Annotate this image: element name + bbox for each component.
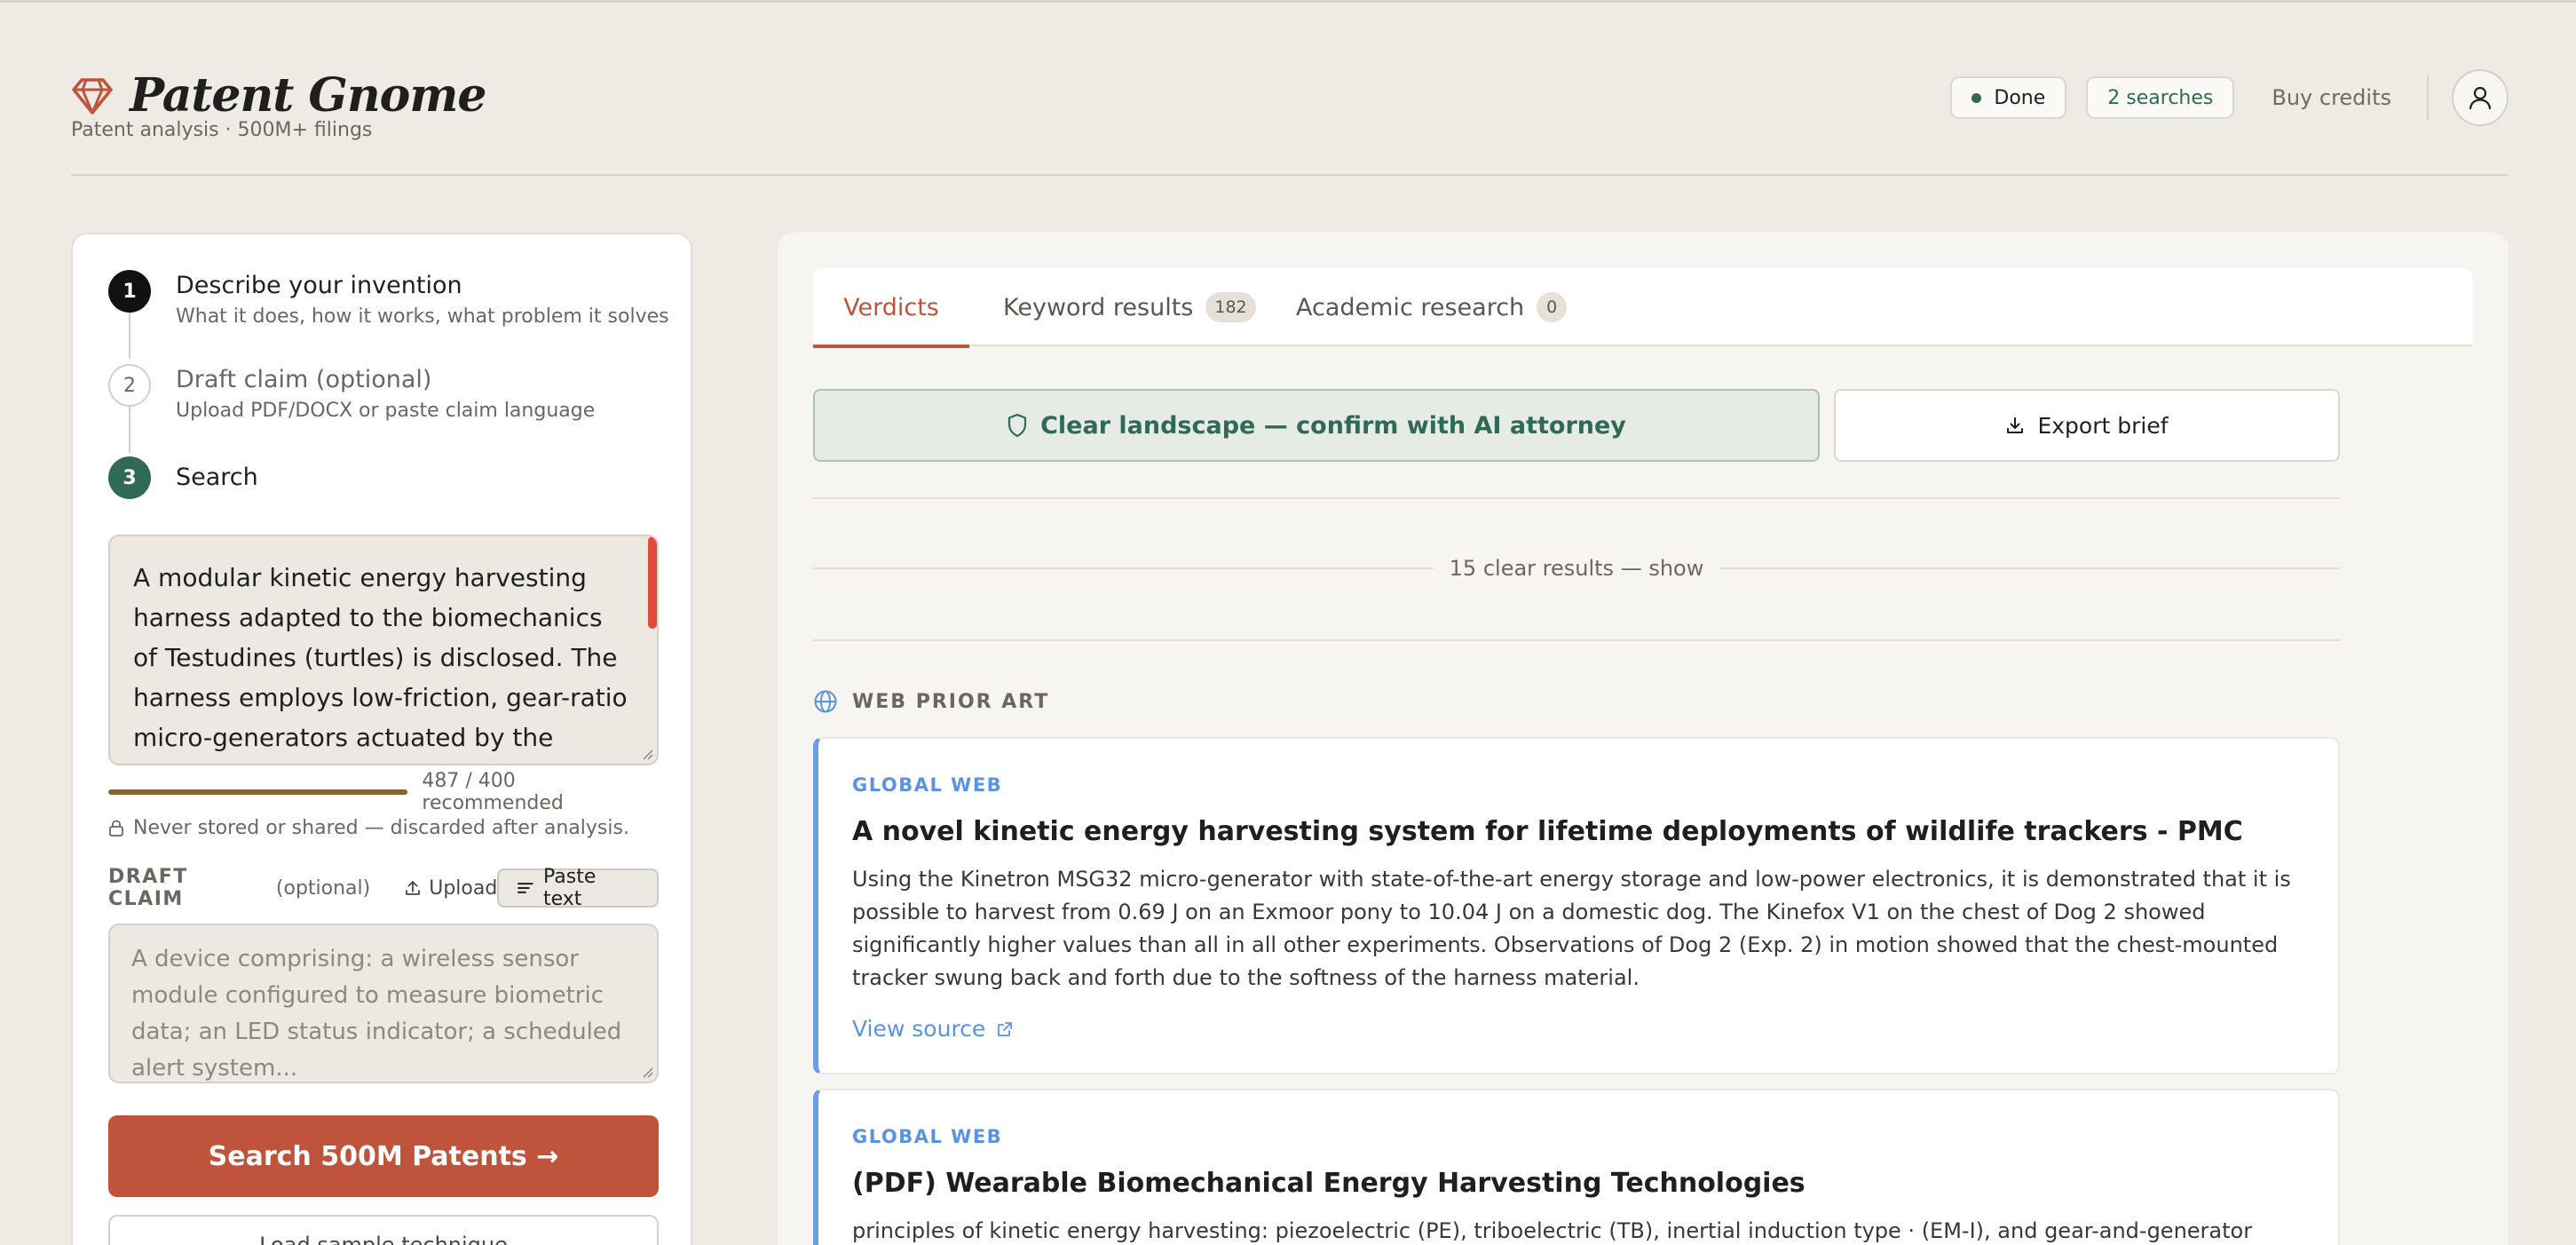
privacy-text: Never stored or shared — discarded after…	[133, 817, 629, 839]
verdict-text: Clear landscape — confirm with AI attorn…	[1040, 411, 1626, 440]
tab-keyword-results[interactable]: Keyword results 182	[1003, 268, 1256, 346]
active-tab-indicator	[813, 345, 969, 348]
divider	[813, 567, 1434, 569]
invention-description-input[interactable]: A modular kinetic energy harvesting harn…	[108, 535, 659, 765]
character-count-row: 487 / 400 recommended	[108, 770, 659, 814]
step-description: What it does, how it works, what problem…	[176, 305, 669, 328]
window-top-border	[0, 0, 2576, 3]
app-title: Patent Gnome	[130, 68, 486, 123]
load-sample-button[interactable]: Load sample technique	[108, 1215, 659, 1245]
draft-claim-optional: (optional)	[275, 876, 371, 900]
privacy-note: Never stored or shared — discarded after…	[108, 817, 629, 839]
keyword-results-count: 182	[1205, 292, 1256, 322]
paste-text-button[interactable]: Paste text	[497, 866, 659, 910]
divider	[1719, 567, 2340, 569]
verdict-banner-button[interactable]: Clear landscape — confirm with AI attorn…	[813, 389, 1820, 462]
status-badge: Done	[1950, 76, 2067, 119]
gem-icon	[72, 78, 113, 115]
globe-icon	[814, 690, 837, 713]
upload-icon	[406, 881, 421, 895]
resize-handle-icon[interactable]	[641, 748, 653, 760]
card-snippet: principles of kinetic energy harvesting:…	[852, 1218, 2253, 1243]
step-number: 3	[108, 456, 151, 499]
card-title: A novel kinetic energy harvesting system…	[852, 816, 2243, 847]
searches-count-button[interactable]: 2 searches	[2086, 76, 2235, 119]
tab-label: Academic research	[1296, 293, 1525, 321]
step-description: Upload PDF/DOCX or paste claim language	[176, 400, 596, 422]
step-1[interactable]: 1 Describe your invention What it does, …	[108, 270, 669, 328]
step-title: Describe your invention	[176, 272, 462, 299]
character-count: 487 / 400 recommended	[422, 770, 564, 814]
text-lines-icon	[518, 883, 534, 893]
web-prior-art-header: WEB PRIOR ART	[813, 684, 1049, 719]
export-brief-label: Export brief	[2037, 412, 2169, 439]
step-title: Draft claim (optional)	[176, 366, 432, 393]
draft-claim-placeholder: A device comprising: a wireless sensor m…	[131, 946, 622, 1082]
tab-label: Verdicts	[843, 293, 939, 321]
external-link-icon	[998, 1021, 1013, 1036]
upload-label: Upload	[429, 876, 498, 900]
view-source-link[interactable]: View source	[852, 1016, 2306, 1042]
card-source-tag: GLOBAL WEB	[852, 774, 1003, 796]
show-clear-results-toggle[interactable]: 15 clear results — show	[1434, 556, 1720, 581]
shield-icon	[1007, 413, 1027, 438]
step-2[interactable]: 2 Draft claim (optional) Upload PDF/DOCX…	[108, 364, 595, 422]
draft-claim-toolbar: DRAFT CLAIM (optional) Upload Paste text	[108, 866, 659, 910]
prior-art-card: GLOBAL WEB (PDF) Wearable Biomechanical …	[813, 1089, 2340, 1245]
resize-handle-icon[interactable]	[641, 1066, 653, 1078]
tab-verdicts[interactable]: Verdicts	[813, 268, 969, 348]
results-panel: Verdicts Keyword results 182 Academic re…	[778, 233, 2509, 1245]
step-number: 2	[108, 364, 151, 407]
prior-art-card: GLOBAL WEB A novel kinetic energy harves…	[813, 737, 2340, 1075]
card-title: (PDF) Wearable Biomechanical Energy Harv…	[852, 1168, 1806, 1199]
status-label: Done	[1994, 86, 2046, 109]
logo[interactable]: Patent Gnome	[71, 69, 486, 123]
invention-input-panel: 1 Describe your invention What it does, …	[71, 233, 692, 1245]
results-tabs: Verdicts Keyword results 182 Academic re…	[813, 268, 2473, 348]
draft-claim-input[interactable]: A device comprising: a wireless sensor m…	[108, 924, 659, 1083]
step-number: 1	[108, 270, 151, 313]
divider	[813, 639, 2340, 641]
invention-description-text: A modular kinetic energy harvesting harn…	[133, 563, 628, 752]
tab-academic-research[interactable]: Academic research 0	[1296, 268, 1568, 346]
paste-text-label: Paste text	[543, 866, 597, 910]
card-snippet: Using the Kinetron MSG32 micro-generator…	[852, 867, 2291, 990]
download-icon	[2007, 417, 2024, 433]
step-3[interactable]: 3 Search	[108, 456, 258, 499]
section-title: WEB PRIOR ART	[852, 690, 1050, 713]
status-dot-icon	[1972, 92, 1982, 103]
academic-research-count: 0	[1537, 292, 1568, 322]
view-source-label: View source	[852, 1016, 986, 1042]
step-title: Search	[176, 464, 258, 491]
draft-claim-label: DRAFT CLAIM	[108, 866, 188, 910]
description-scrollbar[interactable]	[648, 536, 657, 629]
app-subtitle: Patent analysis · 500M+ filings	[71, 119, 373, 141]
tab-label: Keyword results	[1003, 293, 1194, 321]
clear-results-row: 15 clear results — show	[813, 551, 2340, 586]
account-button[interactable]	[2452, 69, 2509, 126]
lock-icon	[109, 820, 123, 837]
character-count-bar	[108, 789, 408, 795]
buy-credits-link[interactable]: Buy credits	[2272, 85, 2391, 110]
app-header: Patent Gnome Patent analysis · 500M+ fil…	[71, 69, 2509, 176]
card-source-tag: GLOBAL WEB	[852, 1126, 1003, 1147]
header-divider	[2427, 75, 2429, 120]
divider	[813, 497, 2340, 499]
user-icon	[2469, 86, 2492, 110]
search-patents-button[interactable]: Search 500M Patents →	[108, 1115, 659, 1197]
upload-button[interactable]: Upload	[404, 877, 497, 900]
export-brief-button[interactable]: Export brief	[1834, 389, 2340, 462]
